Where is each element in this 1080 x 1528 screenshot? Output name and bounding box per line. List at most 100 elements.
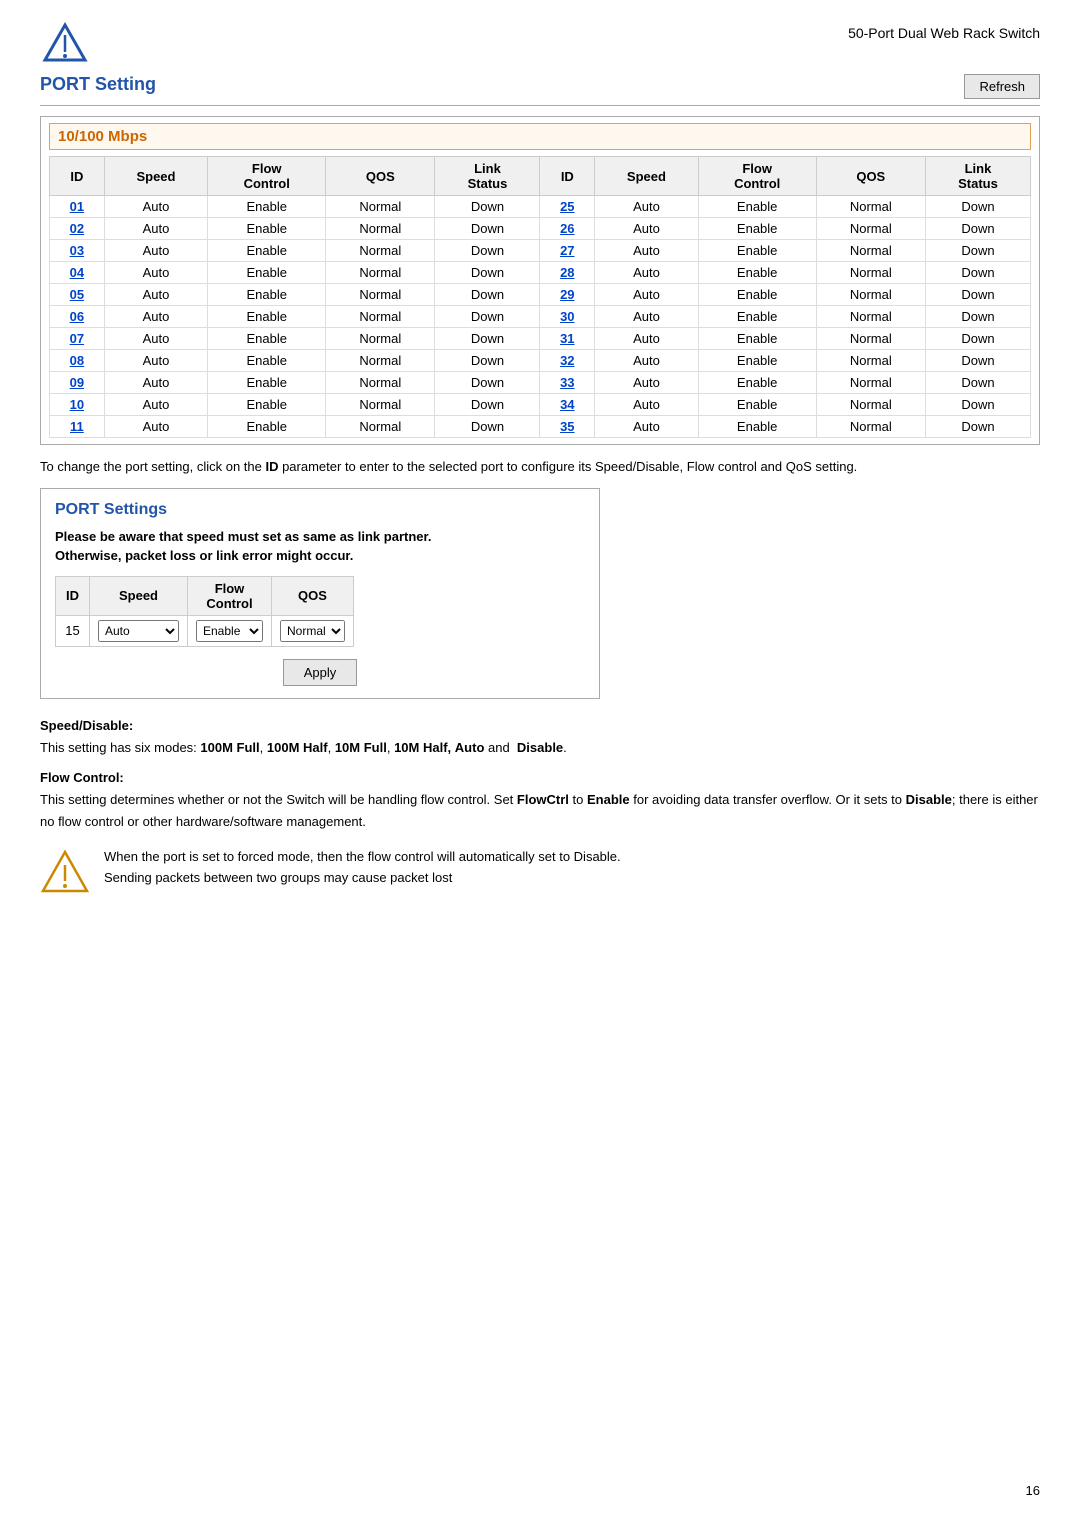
table-row: 05 Auto Enable Normal Down 29 Auto Enabl… xyxy=(50,284,1031,306)
port-id-left[interactable]: 01 xyxy=(50,196,105,218)
port-id-right[interactable]: 25 xyxy=(540,196,595,218)
port-id-left[interactable]: 04 xyxy=(50,262,105,284)
port-id-left[interactable]: 08 xyxy=(50,350,105,372)
port-qos-left: Normal xyxy=(326,416,435,438)
port-id-right[interactable]: 27 xyxy=(540,240,595,262)
port-settings-title: PORT Settings xyxy=(55,501,585,519)
port-flow-left: Enable xyxy=(208,306,326,328)
port-link-left: Down xyxy=(435,284,540,306)
port-table: ID Speed FlowControl QOS LinkStatus ID S… xyxy=(49,156,1031,438)
table-row: 06 Auto Enable Normal Down 30 Auto Enabl… xyxy=(50,306,1031,328)
port-qos-left: Normal xyxy=(326,328,435,350)
port-id-right[interactable]: 31 xyxy=(540,328,595,350)
port-id-left[interactable]: 06 xyxy=(50,306,105,328)
refresh-button[interactable]: Refresh xyxy=(964,74,1040,99)
table-row: 03 Auto Enable Normal Down 27 Auto Enabl… xyxy=(50,240,1031,262)
apply-button[interactable]: Apply xyxy=(283,659,358,686)
port-link-left: Down xyxy=(435,416,540,438)
port-flow-left: Enable xyxy=(208,284,326,306)
warning-content: When the port is set to forced mode, the… xyxy=(104,847,621,889)
port-qos-left: Normal xyxy=(326,350,435,372)
port-flow-right: Enable xyxy=(698,262,816,284)
port-speed-right: Auto xyxy=(595,240,699,262)
form-col-qos: QOS xyxy=(272,576,354,615)
qos-select[interactable]: NormalHigh xyxy=(280,620,345,642)
flow-control-text: This setting determines whether or not t… xyxy=(40,789,1040,833)
port-qos-left: Normal xyxy=(326,196,435,218)
port-speed-left: Auto xyxy=(104,218,208,240)
caution-icon xyxy=(40,847,90,897)
col-speed-right: Speed xyxy=(595,157,699,196)
form-flow-cell: EnableDisable xyxy=(188,615,272,646)
port-flow-right: Enable xyxy=(698,306,816,328)
port-id-left[interactable]: 07 xyxy=(50,328,105,350)
flow-control-heading: Flow Control: xyxy=(40,767,1040,789)
port-qos-right: Normal xyxy=(816,284,925,306)
port-flow-left: Enable xyxy=(208,262,326,284)
col-link-right: LinkStatus xyxy=(925,157,1030,196)
warning-box: When the port is set to forced mode, the… xyxy=(40,847,1040,897)
col-link-left: LinkStatus xyxy=(435,157,540,196)
port-id-right[interactable]: 28 xyxy=(540,262,595,284)
port-link-left: Down xyxy=(435,350,540,372)
port-id-left[interactable]: 11 xyxy=(50,416,105,438)
port-qos-left: Normal xyxy=(326,284,435,306)
port-qos-left: Normal xyxy=(326,218,435,240)
port-flow-left: Enable xyxy=(208,394,326,416)
port-flow-right: Enable xyxy=(698,394,816,416)
port-speed-right: Auto xyxy=(595,350,699,372)
port-id-left[interactable]: 03 xyxy=(50,240,105,262)
logo-icon xyxy=(40,20,90,70)
port-speed-right: Auto xyxy=(595,306,699,328)
port-id-right[interactable]: 30 xyxy=(540,306,595,328)
port-flow-right: Enable xyxy=(698,372,816,394)
form-table: ID Speed FlowControl QOS 15 Auto100M Ful… xyxy=(55,576,354,647)
form-col-speed: Speed xyxy=(90,576,188,615)
port-id-right[interactable]: 32 xyxy=(540,350,595,372)
port-qos-right: Normal xyxy=(816,328,925,350)
logo-area xyxy=(40,20,90,70)
port-link-left: Down xyxy=(435,394,540,416)
port-link-left: Down xyxy=(435,218,540,240)
port-link-right: Down xyxy=(925,218,1030,240)
port-qos-right: Normal xyxy=(816,372,925,394)
col-qos-right: QOS xyxy=(816,157,925,196)
port-speed-left: Auto xyxy=(104,196,208,218)
speed-disable-text: This setting has six modes: 100M Full, 1… xyxy=(40,737,1040,759)
port-flow-right: Enable xyxy=(698,218,816,240)
warning-text: Please be aware that speed must set as s… xyxy=(55,527,585,566)
speed-select[interactable]: Auto100M Full100M Half10M Full10M HalfDi… xyxy=(98,620,179,642)
speed-disable-heading: Speed/Disable: xyxy=(40,715,1040,737)
port-id-right[interactable]: 33 xyxy=(540,372,595,394)
col-flow-right: FlowControl xyxy=(698,157,816,196)
port-speed-right: Auto xyxy=(595,196,699,218)
port-qos-right: Normal xyxy=(816,394,925,416)
form-col-flow: FlowControl xyxy=(188,576,272,615)
table-row: 08 Auto Enable Normal Down 32 Auto Enabl… xyxy=(50,350,1031,372)
flow-select[interactable]: EnableDisable xyxy=(196,620,263,642)
port-id-left[interactable]: 05 xyxy=(50,284,105,306)
port-speed-left: Auto xyxy=(104,372,208,394)
port-qos-right: Normal xyxy=(816,306,925,328)
port-flow-left: Enable xyxy=(208,218,326,240)
port-id-right[interactable]: 35 xyxy=(540,416,595,438)
port-link-left: Down xyxy=(435,262,540,284)
col-qos-left: QOS xyxy=(326,157,435,196)
port-link-left: Down xyxy=(435,196,540,218)
port-id-right[interactable]: 26 xyxy=(540,218,595,240)
table-row: 10 Auto Enable Normal Down 34 Auto Enabl… xyxy=(50,394,1031,416)
port-flow-left: Enable xyxy=(208,240,326,262)
port-qos-right: Normal xyxy=(816,196,925,218)
port-link-right: Down xyxy=(925,240,1030,262)
port-id-left[interactable]: 09 xyxy=(50,372,105,394)
section-10-100-title: 10/100 Mbps xyxy=(49,123,1031,150)
port-id-left[interactable]: 02 xyxy=(50,218,105,240)
port-flow-left: Enable xyxy=(208,416,326,438)
port-id-right[interactable]: 34 xyxy=(540,394,595,416)
port-id-left[interactable]: 10 xyxy=(50,394,105,416)
table-row: 01 Auto Enable Normal Down 25 Auto Enabl… xyxy=(50,196,1031,218)
port-link-left: Down xyxy=(435,328,540,350)
port-id-right[interactable]: 29 xyxy=(540,284,595,306)
form-qos-cell: NormalHigh xyxy=(272,615,354,646)
port-table-section: 10/100 Mbps ID Speed FlowControl QOS Lin… xyxy=(40,116,1040,445)
